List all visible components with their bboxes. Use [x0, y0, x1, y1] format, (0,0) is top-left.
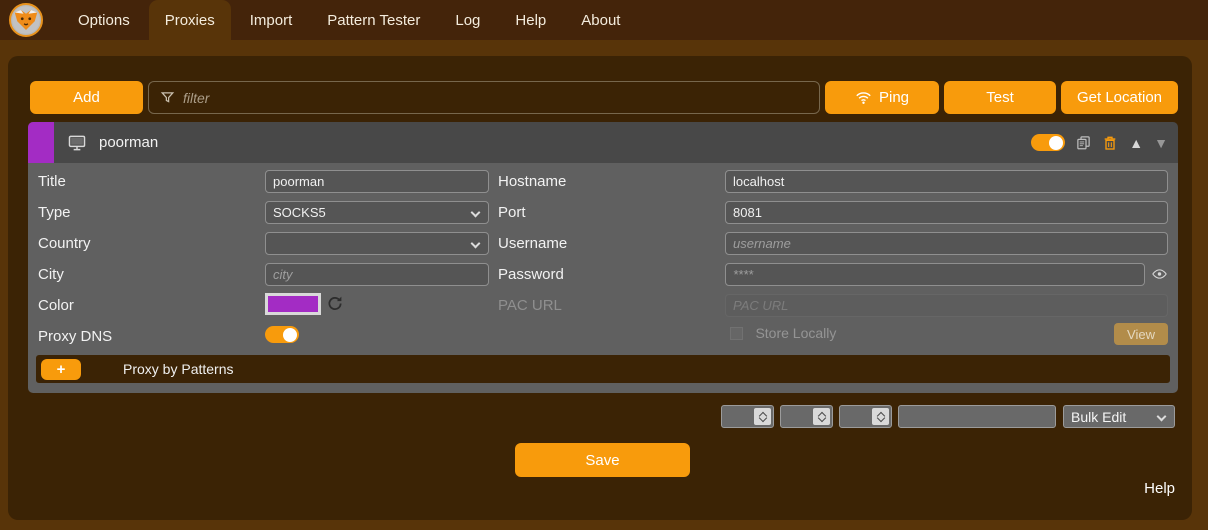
chevron-down-icon [471, 208, 481, 218]
proxy-by-patterns-label: Proxy by Patterns [123, 361, 234, 377]
store-locally-field: Store Locally [730, 325, 836, 343]
hostname-input[interactable] [725, 170, 1168, 193]
password-input[interactable] [725, 263, 1145, 286]
password-label: Password [498, 266, 564, 283]
move-down-icon[interactable]: ▼ [1154, 135, 1168, 151]
bulk-edit-select-value: Bulk Edit [1071, 409, 1126, 425]
filter-field [148, 81, 820, 114]
country-label: Country [38, 235, 91, 252]
country-select[interactable] [265, 232, 489, 255]
type-label: Type [38, 204, 71, 221]
color-label: Color [38, 297, 74, 314]
add-pattern-plus-button[interactable]: + [41, 359, 81, 380]
view-pac-button[interactable]: View [1114, 323, 1168, 345]
bulk-number-input-1[interactable] [721, 405, 774, 428]
username-label: Username [498, 235, 567, 252]
ping-button-label: Ping [879, 89, 909, 106]
top-nav: Options Proxies Import Pattern Tester Lo… [0, 0, 1208, 40]
tab-proxies[interactable]: Proxies [149, 0, 231, 40]
filter-input[interactable] [183, 90, 783, 106]
tab-log[interactable]: Log [439, 0, 496, 40]
port-input[interactable] [725, 201, 1168, 224]
proxy-color-bar [28, 122, 54, 163]
save-button[interactable]: Save [515, 443, 690, 477]
store-locally-label: Store Locally [755, 325, 836, 341]
type-select[interactable]: SOCKS5 [265, 201, 489, 224]
spinner-stepper-icon[interactable] [872, 408, 889, 425]
type-select-value: SOCKS5 [273, 205, 326, 220]
filter-funnel-icon [160, 90, 175, 105]
bulk-edit-select[interactable]: Bulk Edit [1063, 405, 1175, 428]
city-input[interactable] [265, 263, 489, 286]
chevron-down-icon [471, 239, 481, 249]
spinner-stepper-icon[interactable] [813, 408, 830, 425]
duplicate-icon[interactable] [1076, 134, 1091, 151]
proxy-card-header[interactable]: poorman ▲ ▼ [28, 122, 1178, 163]
bulk-text-input[interactable] [898, 405, 1056, 428]
city-label: City [38, 266, 64, 283]
tab-options[interactable]: Options [62, 0, 146, 40]
ping-button[interactable]: Ping [825, 81, 939, 114]
hostname-label: Hostname [498, 173, 566, 190]
pac-url-input[interactable] [725, 294, 1168, 317]
pac-url-label: PAC URL [498, 297, 562, 314]
bulk-number-input-3[interactable] [839, 405, 892, 428]
test-button[interactable]: Test [944, 81, 1056, 114]
store-locally-checkbox[interactable] [730, 327, 743, 340]
proxy-title: poorman [99, 134, 158, 151]
title-label: Title [38, 173, 66, 190]
bulk-number-input-2[interactable] [780, 405, 833, 428]
proxy-type-monitor-icon [67, 133, 87, 153]
chevron-down-icon [1157, 412, 1167, 422]
proxy-enabled-toggle[interactable] [1031, 134, 1065, 151]
spinner-stepper-icon[interactable] [754, 408, 771, 425]
get-location-button[interactable]: Get Location [1061, 81, 1178, 114]
tab-import[interactable]: Import [234, 0, 309, 40]
help-link[interactable]: Help [1144, 480, 1175, 497]
tab-help[interactable]: Help [499, 0, 562, 40]
port-label: Port [498, 204, 526, 221]
tab-about[interactable]: About [565, 0, 636, 40]
delete-trash-icon[interactable] [1102, 134, 1118, 152]
wifi-icon [855, 89, 872, 106]
proxy-by-patterns-bar[interactable]: + Proxy by Patterns [36, 355, 1170, 383]
tab-pattern-tester[interactable]: Pattern Tester [311, 0, 436, 40]
show-password-eye-icon[interactable] [1151, 266, 1168, 282]
proxy-dns-toggle[interactable] [265, 326, 299, 343]
foxyproxy-options-page: Options Proxies Import Pattern Tester Lo… [0, 0, 1208, 530]
username-input[interactable] [725, 232, 1168, 255]
move-up-icon[interactable]: ▲ [1129, 135, 1143, 151]
title-input[interactable] [265, 170, 489, 193]
reset-color-refresh-icon[interactable] [326, 294, 344, 313]
foxyproxy-logo-icon [9, 3, 43, 37]
add-proxy-button[interactable]: Add [30, 81, 143, 114]
color-swatch[interactable] [265, 293, 321, 315]
proxy-dns-label: Proxy DNS [38, 328, 112, 345]
